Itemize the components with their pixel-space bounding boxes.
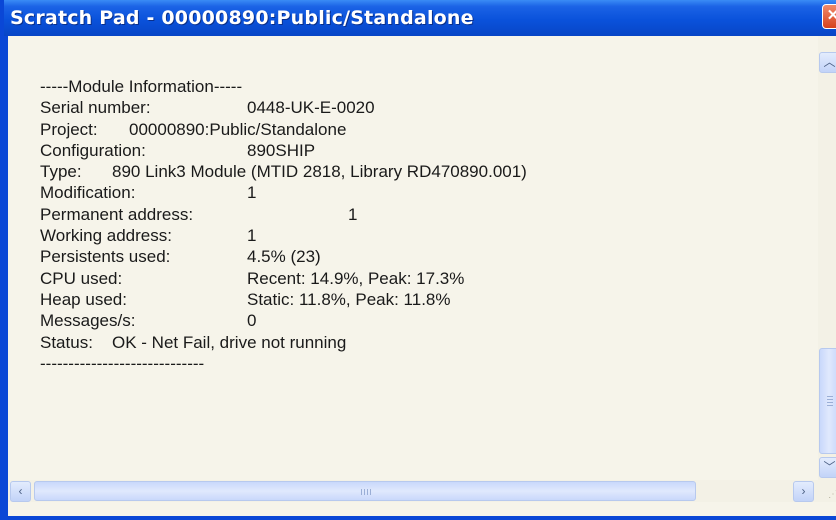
line-label: Heap used: <box>40 289 127 309</box>
line-value: 00000890:Public/Standalone <box>129 119 347 139</box>
line-label: Permanent address: <box>40 204 194 224</box>
horizontal-scroll-thumb[interactable] <box>34 481 696 501</box>
line-value: 1 <box>247 226 257 246</box>
text-area[interactable]: -----Module Information----- Serial numb… <box>8 36 818 480</box>
line-label: Modification: <box>40 183 136 203</box>
scroll-left-button[interactable]: ‹ <box>10 481 31 502</box>
line-label: Project: <box>40 119 98 139</box>
left-arrow-icon: ‹ <box>18 484 23 498</box>
line-label: CPU used: <box>40 268 123 288</box>
scroll-down-button[interactable]: ﹀ <box>819 457 836 478</box>
line-value: 0 <box>247 311 257 331</box>
line-value: Static: 11.8%, Peak: 11.8% <box>247 289 451 309</box>
line-value: 0448-UK-E-0020 <box>247 98 375 118</box>
window-title: Scratch Pad - 00000890:Public/Standalone <box>10 7 474 29</box>
line-value: OK - Net Fail, drive not running <box>112 332 347 352</box>
title-bar[interactable]: Scratch Pad - 00000890:Public/Standalone… <box>4 0 836 36</box>
scratch-pad-window: Scratch Pad - 00000890:Public/Standalone… <box>0 0 836 520</box>
line-value: 4.5% (23) <box>247 247 321 267</box>
line-label: Type: <box>40 162 82 182</box>
vertical-scroll-thumb[interactable] <box>819 348 836 454</box>
line-value: 1 <box>348 204 358 224</box>
line-label: Status: <box>40 332 93 352</box>
line-label: Persistents used: <box>40 247 171 267</box>
line-value: 890 Link3 Module (MTID 2818, Library RD4… <box>112 162 527 182</box>
scroll-up-button[interactable]: ︿ <box>819 52 836 73</box>
line-label: Serial number: <box>40 98 151 118</box>
line-label: Configuration: <box>40 140 146 160</box>
size-grip[interactable]: ⋰ <box>818 480 836 502</box>
up-arrow-icon: ︿ <box>823 55 836 69</box>
close-button[interactable]: ✕ <box>822 4 836 29</box>
horizontal-scrollbar[interactable]: ‹ › <box>8 480 818 502</box>
resize-grip-icon: ⋰ <box>828 489 836 500</box>
scroll-right-button[interactable]: › <box>793 481 814 502</box>
down-arrow-icon: ﹀ <box>823 460 836 474</box>
line-label: ----------------------------- <box>40 353 205 373</box>
line-value: 890SHIP <box>247 140 316 160</box>
scratch-pad-client: -----Module Information----- Serial numb… <box>8 36 836 516</box>
close-icon: ✕ <box>826 7 836 24</box>
right-arrow-icon: › <box>801 484 806 498</box>
line-value: Recent: 14.9%, Peak: 17.3% <box>247 268 465 288</box>
line-label: Messages/s: <box>40 311 136 331</box>
line-label: Working address: <box>40 226 172 246</box>
line-label: -----Module Information----- <box>40 77 243 96</box>
vertical-scrollbar[interactable]: ︿ ﹀ <box>818 36 836 480</box>
line-value: 1 <box>247 183 257 203</box>
